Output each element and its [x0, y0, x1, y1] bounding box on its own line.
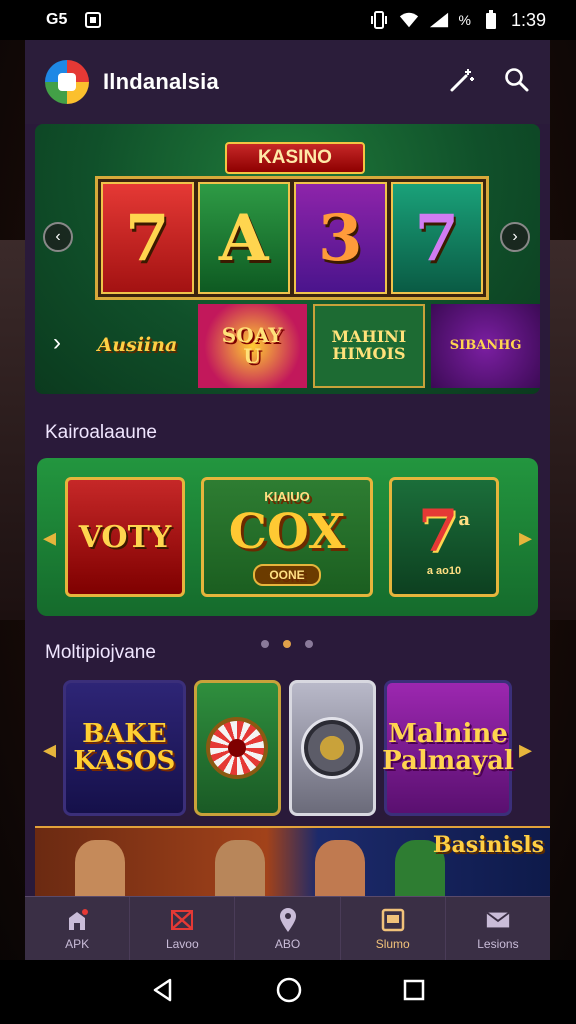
map-pin-icon	[275, 907, 301, 933]
status-badge: G5	[46, 11, 68, 28]
hero-game-tiles: Ausiina SOAY U MAHINI HIMOIS SIBANHG	[83, 304, 540, 388]
vibrate-icon	[369, 10, 389, 30]
chevron-left-icon[interactable]: ◂	[43, 734, 56, 765]
chevron-left-icon: ‹	[55, 228, 61, 245]
chevron-right-icon: ›	[512, 228, 518, 245]
system-nav-bar	[0, 960, 576, 1024]
signal-icon	[429, 10, 449, 30]
character-image	[75, 840, 125, 896]
carousel-dot[interactable]	[305, 640, 313, 648]
back-icon[interactable]	[150, 977, 176, 1008]
background-slot-machine-right	[546, 240, 576, 620]
carousel-dot[interactable]	[261, 640, 269, 648]
nav-item-lesions[interactable]: Lesions	[446, 897, 550, 960]
crossed-flag-icon	[169, 907, 195, 933]
slot-tile-sub: a ao10	[426, 565, 462, 577]
carousel-dots	[261, 640, 313, 648]
clock: 1:39	[510, 9, 546, 30]
envelope-icon	[485, 907, 511, 933]
slot-tile[interactable]: 7 a a ao10	[389, 477, 499, 597]
chevron-right-icon[interactable]: ›	[53, 329, 61, 357]
search-icon[interactable]	[504, 67, 530, 98]
nav-item-lavoo[interactable]: Lavoo	[130, 897, 236, 960]
notification-icon	[83, 10, 103, 30]
chevron-right-icon[interactable]: ▸	[519, 734, 532, 765]
app-logo[interactable]	[45, 60, 89, 104]
section-title: Kairoalaaune	[45, 422, 157, 443]
nav-item-apk[interactable]: APK	[25, 897, 131, 960]
nav-label: Lavoo	[165, 936, 199, 951]
game-card[interactable]: BAKE KASOS	[63, 680, 186, 816]
slot-tile[interactable]: VOTY	[65, 477, 185, 597]
reel: 3	[294, 182, 387, 294]
roulette-icon	[206, 717, 269, 779]
character-image	[215, 840, 265, 896]
bottom-nav: APK Lavoo ABO Slumo Lesions	[25, 896, 550, 960]
reel: 7	[390, 182, 483, 294]
reel: 7	[101, 182, 194, 294]
nav-label: APK	[65, 936, 90, 951]
magic-wand-icon[interactable]	[448, 66, 476, 99]
carousel-prev-button[interactable]: ‹	[43, 222, 73, 252]
nav-label: Lesions	[477, 936, 519, 951]
promo-banner[interactable]: Basinisls	[35, 826, 550, 896]
slot-icon	[380, 907, 406, 933]
game-card[interactable]: Malnine Palmayal	[382, 680, 514, 816]
game-card-roulette[interactable]	[193, 680, 281, 816]
slot-tile-badge: OONE	[253, 563, 321, 586]
game-tile[interactable]: SIBANHG	[431, 304, 540, 388]
character-image	[315, 840, 365, 896]
slot-reels: 7 A 3 7	[95, 176, 489, 300]
vault-icon	[301, 717, 364, 779]
battery-icon	[481, 10, 501, 30]
multiplayer-row: ◂ BAKE KASOS Malnine Palmayal ▸	[37, 680, 538, 820]
reel: A	[197, 182, 290, 294]
carousel-dot-active[interactable]	[283, 640, 291, 648]
nav-label: Slumo	[375, 936, 410, 951]
wifi-icon	[399, 10, 419, 30]
carousel-next-button[interactable]: ›	[500, 222, 530, 252]
recents-icon[interactable]	[402, 978, 426, 1007]
game-tile[interactable]: Ausiina	[83, 304, 192, 388]
shop-icon	[64, 907, 90, 933]
chevron-left-icon[interactable]: ◂	[43, 522, 56, 553]
slot-tile-title: COX	[228, 503, 346, 560]
nav-item-abo[interactable]: ABO	[235, 897, 341, 960]
chevron-right-icon[interactable]: ▸	[519, 522, 532, 553]
hero-carousel[interactable]: KASINO 7 A 3 7 ‹ › › Ausiina SOAY U MAHI…	[35, 124, 540, 394]
slot-tile-small: a	[458, 509, 471, 530]
nav-label: ABO	[274, 936, 301, 951]
slot-tile-top-label: KIAIUO	[264, 488, 310, 504]
banner-title: Basinisls	[432, 832, 544, 858]
home-icon[interactable]	[275, 976, 303, 1009]
slot-tile[interactable]: KIAIUO COX OONE	[201, 477, 373, 597]
game-tile[interactable]: SOAY U	[197, 304, 307, 388]
status-bar: G5 % 1:39	[0, 0, 576, 40]
app-title: Ilndanalsia	[103, 69, 219, 94]
nav-item-slumo[interactable]: Slumo	[341, 897, 446, 960]
game-tile[interactable]: MAHINI HIMOIS	[312, 304, 426, 388]
hero-title: KASINO	[225, 142, 365, 174]
battery-percent: %	[458, 12, 471, 28]
featured-slots-row: ◂ VOTY KIAIUO COX OONE 7 a a ao10 ▸	[37, 458, 538, 616]
game-card-vault[interactable]	[288, 680, 376, 816]
slot-tile-title: 7	[417, 497, 459, 565]
app-window: Ilndanalsia KASINO 7 A 3 7 ‹ › › Ausiina…	[25, 40, 550, 960]
app-header: Ilndanalsia	[25, 40, 550, 124]
